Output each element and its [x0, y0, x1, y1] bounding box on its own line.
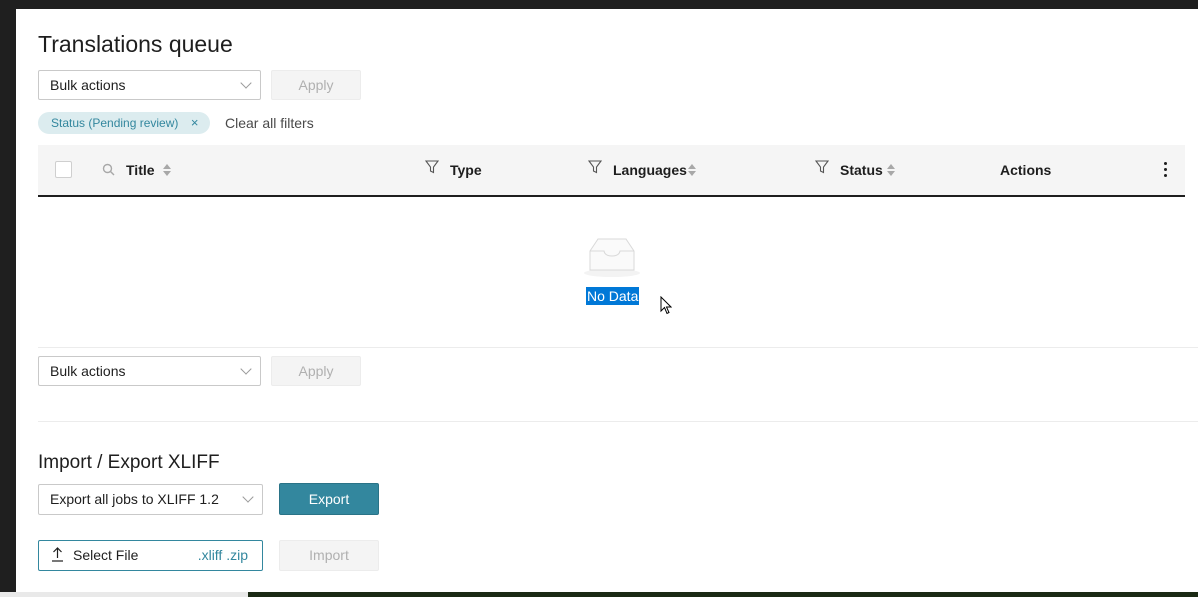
column-title[interactable]: Title — [126, 145, 155, 195]
bulk-actions-select-bottom[interactable]: Bulk actions — [38, 356, 261, 386]
select-file-label: Select File — [73, 547, 139, 563]
table-header: Title Type Languages Status Actions — [38, 145, 1185, 197]
bulk-actions-select-top[interactable]: Bulk actions — [38, 70, 261, 100]
column-actions: Actions — [1000, 162, 1052, 178]
empty-state-text: No Data — [586, 287, 640, 305]
filter-icon[interactable] — [587, 160, 603, 179]
mouse-cursor-icon — [660, 295, 673, 320]
filter-icon[interactable] — [814, 160, 830, 179]
empty-inbox-icon — [582, 237, 642, 284]
column-type[interactable]: Type — [450, 145, 482, 195]
chevron-down-icon — [240, 363, 252, 375]
more-options-icon[interactable] — [1164, 162, 1168, 180]
close-icon[interactable]: × — [191, 112, 199, 134]
filter-chip-label: Status (Pending review) — [51, 116, 179, 130]
column-languages[interactable]: Languages — [613, 145, 687, 195]
xliff-section-title: Import / Export XLIFF — [38, 452, 220, 473]
export-button[interactable]: Export — [279, 483, 379, 515]
status-filter-chip: Status (Pending review) × — [38, 112, 211, 134]
allowed-file-extensions: .xliff .zip — [197, 547, 248, 563]
bulk-actions-value: Bulk actions — [50, 363, 126, 379]
clear-all-filters-link[interactable]: Clear all filters — [225, 115, 314, 131]
chevron-down-icon — [240, 77, 252, 89]
select-all-checkbox[interactable] — [55, 161, 72, 178]
column-status[interactable]: Status — [840, 145, 883, 195]
divider — [38, 347, 1198, 348]
page-title: Translations queue — [38, 31, 233, 57]
chevron-down-icon — [242, 491, 254, 503]
select-file-button[interactable]: Select File .xliff .zip — [38, 540, 263, 571]
taskbar-strip — [248, 592, 1198, 597]
export-format-value: Export all jobs to XLIFF 1.2 — [50, 491, 219, 507]
upload-icon — [51, 547, 64, 565]
apply-button-top[interactable]: Apply — [271, 70, 361, 100]
export-format-select[interactable]: Export all jobs to XLIFF 1.2 — [38, 484, 263, 515]
divider — [38, 421, 1198, 422]
taskbar-left — [0, 592, 248, 597]
bulk-actions-value: Bulk actions — [50, 77, 126, 93]
apply-button-bottom[interactable]: Apply — [271, 356, 361, 386]
search-icon[interactable] — [102, 163, 115, 181]
window-top-bar — [0, 0, 1198, 9]
translations-queue-panel: Translations queue Bulk actions Apply St… — [16, 9, 1198, 592]
import-button[interactable]: Import — [279, 540, 379, 571]
filter-icon[interactable] — [424, 160, 440, 179]
